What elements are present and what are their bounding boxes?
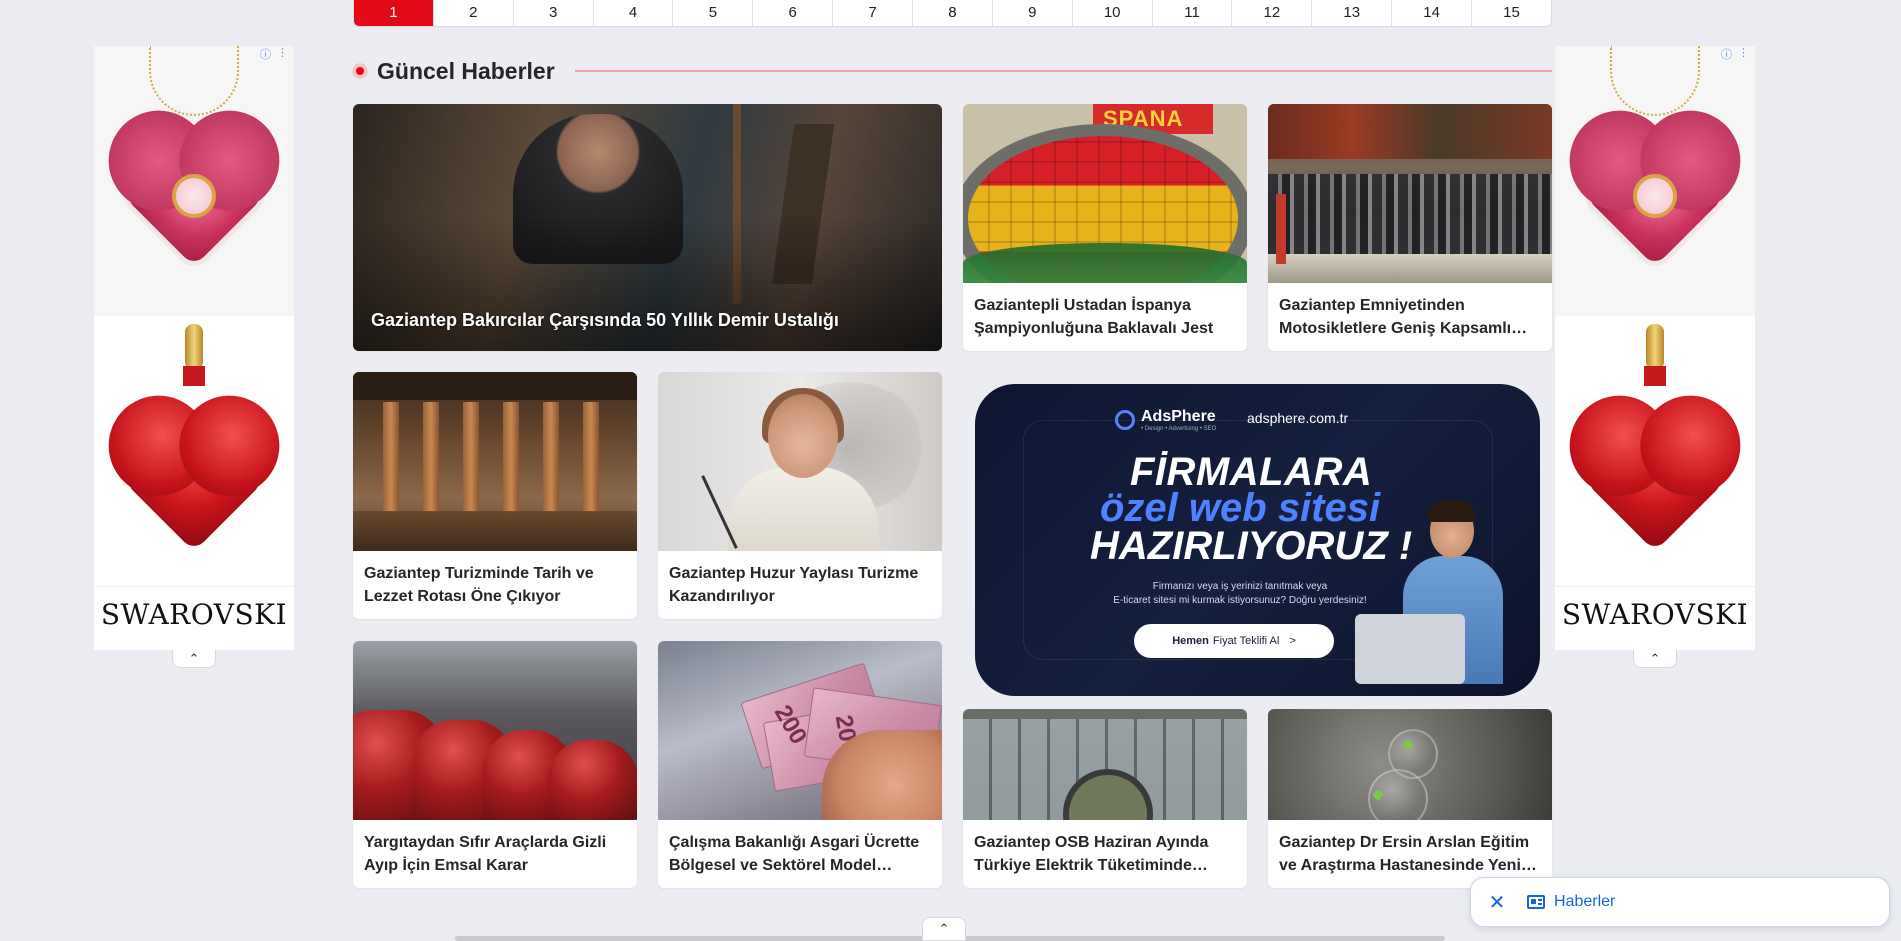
adsphere-ad-banner[interactable]: AdsPhere • Design • Advertising • SEO ads… xyxy=(975,384,1540,696)
chevron-up-icon: ⌃ xyxy=(938,921,950,936)
featured-news-image: Gaziantep Bakırcılar Çarşısında 50 Yıllı… xyxy=(353,104,942,351)
ad-cta-button[interactable]: Hemen Fiyat Teklifi Al > xyxy=(1134,624,1334,658)
pendant-bail xyxy=(1646,324,1664,370)
news-image xyxy=(963,709,1247,820)
page-link-5[interactable]: 5 xyxy=(673,0,754,26)
ad-brand-name: SWAROVSKI xyxy=(94,586,294,642)
necklace-image xyxy=(1555,46,1755,316)
news-tab-button[interactable]: Haberler xyxy=(1527,893,1615,911)
page-link-9[interactable]: 9 xyxy=(993,0,1073,26)
news-title[interactable]: Gaziantep Emniyetinden Motosikletlere Ge… xyxy=(1268,283,1552,340)
pendant-bail xyxy=(185,324,203,370)
page-link-7[interactable]: 7 xyxy=(833,0,914,26)
ad-headline-3: HAZIRLIYORUZ ! xyxy=(1090,524,1413,568)
news-card[interactable]: Gaziantep Emniyetinden Motosikletlere Ge… xyxy=(1268,104,1552,351)
ad-info[interactable]: ⓘ ⋮ xyxy=(260,46,288,62)
chevron-right-icon: > xyxy=(1289,635,1296,647)
left-ad-collapse-button[interactable]: ⌃ xyxy=(172,650,216,668)
page-link-6[interactable]: 6 xyxy=(753,0,834,26)
page-link-14[interactable]: 14 xyxy=(1392,0,1473,26)
right-side-ad[interactable]: ⓘ ⋮ SWAROVSKI xyxy=(1555,46,1755,650)
pink-heart-pendant xyxy=(123,125,265,267)
section-title: Güncel Haberler xyxy=(377,57,555,84)
page-link-13[interactable]: 13 xyxy=(1312,0,1393,26)
featured-news-title[interactable]: Gaziantep Bakırcılar Çarşısında 50 Yıllı… xyxy=(371,310,924,331)
news-card[interactable]: Gaziantep Huzur Yaylası Turizme Kazandır… xyxy=(658,372,942,619)
news-image xyxy=(353,641,637,820)
news-title[interactable]: Gaziantep Huzur Yaylası Turizme Kazandır… xyxy=(658,551,942,608)
red-heart-pendant xyxy=(1584,410,1726,552)
red-heart-image xyxy=(1555,316,1755,586)
page-link-2[interactable]: 2 xyxy=(434,0,514,26)
page-link-12[interactable]: 12 xyxy=(1232,0,1313,26)
news-title[interactable]: Gaziantepli Ustadan İspanya Şampiyonluğu… xyxy=(963,283,1247,340)
chevron-up-icon: ⌃ xyxy=(1649,650,1661,666)
news-tab-label: Haberler xyxy=(1554,893,1616,910)
bottom-toast: ✕ Haberler xyxy=(1470,877,1890,927)
news-title[interactable]: Çalışma Bakanlığı Asgari Ücrette Bölgese… xyxy=(658,820,942,877)
ad-person-image xyxy=(1355,500,1505,684)
ad-site: adsphere.com.tr xyxy=(1247,410,1349,426)
newspaper-icon xyxy=(1527,895,1545,909)
news-image xyxy=(353,372,637,551)
left-side-ad[interactable]: ⓘ ⋮ SWAROVSKI xyxy=(94,46,294,650)
pagination: 1 2 3 4 5 6 7 8 9 10 11 12 13 14 15 xyxy=(353,0,1552,27)
page-link-1[interactable]: 1 xyxy=(354,0,434,26)
info-icon[interactable]: ⓘ xyxy=(260,46,271,62)
page-link-4[interactable]: 4 xyxy=(594,0,674,26)
red-heart-pendant xyxy=(123,410,265,552)
pink-heart-pendant xyxy=(1584,125,1726,267)
news-title[interactable]: Yargıtaydan Sıfır Araçlarda Gizli Ayıp İ… xyxy=(353,820,637,877)
page-link-3[interactable]: 3 xyxy=(514,0,594,26)
bottom-ad-collapse-button[interactable]: ⌃ xyxy=(922,917,966,941)
news-card[interactable]: Yargıtaydan Sıfır Araçlarda Gizli Ayıp İ… xyxy=(353,641,637,888)
ad-brand-name: SWAROVSKI xyxy=(1555,586,1755,642)
right-ad-collapse-button[interactable]: ⌃ xyxy=(1633,650,1677,668)
necklace-chain xyxy=(149,46,239,116)
necklace-image xyxy=(94,46,294,316)
section-divider xyxy=(574,70,1552,72)
news-image xyxy=(658,372,942,551)
adsphere-logo-icon xyxy=(1115,410,1135,430)
close-icon[interactable]: ✕ xyxy=(1487,890,1507,915)
news-image xyxy=(1268,104,1552,283)
page-link-11[interactable]: 11 xyxy=(1153,0,1233,26)
necklace-chain xyxy=(1610,46,1700,116)
news-card[interactable]: Gaziantep Dr Ersin Arslan Eğitim ve Araş… xyxy=(1268,709,1552,888)
chevron-up-icon: ⌃ xyxy=(188,650,200,666)
news-card[interactable]: 200 200 Çalışma Bakanlığı Asgari Ücrette… xyxy=(658,641,942,888)
adsphere-logo: AdsPhere • Design • Advertising • SEO xyxy=(1115,408,1216,432)
page-link-15[interactable]: 15 xyxy=(1472,0,1551,26)
page-link-8[interactable]: 8 xyxy=(913,0,993,26)
news-title[interactable]: Gaziantep Turizminde Tarih ve Lezzet Rot… xyxy=(353,551,637,608)
section-header: Güncel Haberler xyxy=(353,56,1552,86)
news-image: 200 200 xyxy=(658,641,942,820)
ad-brand-tagline: • Design • Advertising • SEO xyxy=(1141,426,1217,432)
red-heart-image xyxy=(94,316,294,586)
info-icon[interactable]: ⓘ xyxy=(1721,46,1732,62)
menu-icon[interactable]: ⋮ xyxy=(1738,46,1749,62)
news-title[interactable]: Gaziantep Dr Ersin Arslan Eğitim ve Araş… xyxy=(1268,820,1552,877)
menu-icon[interactable]: ⋮ xyxy=(277,46,288,62)
news-image: SPANA xyxy=(963,104,1247,283)
news-title[interactable]: Gaziantep OSB Haziran Ayında Türkiye Ele… xyxy=(963,820,1247,877)
news-card[interactable]: Gaziantep OSB Haziran Ayında Türkiye Ele… xyxy=(963,709,1247,888)
section-bullet-icon xyxy=(353,64,367,78)
ad-info[interactable]: ⓘ ⋮ xyxy=(1721,46,1749,62)
ad-subtext: Firmanızı veya iş yerinizi tanıtmak veya… xyxy=(1113,581,1367,606)
news-image xyxy=(1268,709,1552,820)
page-link-10[interactable]: 10 xyxy=(1073,0,1153,26)
news-card[interactable]: SPANA Gaziantepli Ustadan İspanya Şampiy… xyxy=(963,104,1247,351)
featured-news-card[interactable]: Gaziantep Bakırcılar Çarşısında 50 Yıllı… xyxy=(353,104,942,351)
news-card[interactable]: Gaziantep Turizminde Tarih ve Lezzet Rot… xyxy=(353,372,637,619)
ad-brand: AdsPhere xyxy=(1141,408,1216,425)
